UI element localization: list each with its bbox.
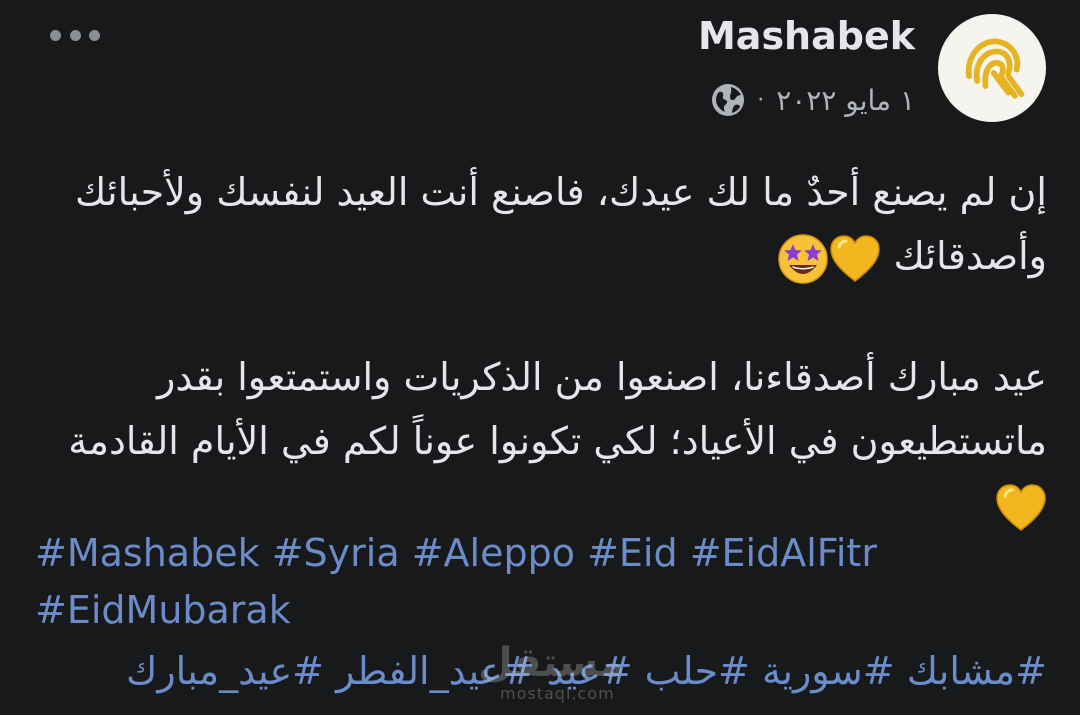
more-options-button[interactable]	[50, 24, 100, 46]
hashtag-link[interactable]: #Aleppo	[412, 531, 575, 575]
hashtag-link[interactable]: #عيد_الفطر	[336, 649, 534, 693]
post-paragraph-2-text: عيد مبارك أصدقاءنا، اصنعوا من الذكريات و…	[68, 355, 1047, 463]
hashtags-arabic: #مشابك #سورية #حلب #عيد #عيد_الفطر #عيد_…	[32, 641, 1047, 701]
author-name[interactable]: Mashabek	[698, 14, 915, 58]
hashtag-link[interactable]: #Eid	[587, 531, 678, 575]
hashtag-link[interactable]: #مشابك	[907, 649, 1047, 693]
hashtag-link[interactable]: #Syria	[272, 531, 400, 575]
avatar[interactable]	[938, 14, 1046, 122]
post-paragraph-2: عيد مبارك أصدقاءنا، اصنعوا من الذكريات و…	[32, 345, 1047, 537]
hashtag-link[interactable]: #عيد	[547, 649, 633, 693]
hashtag-link[interactable]: #EidAlFitr	[690, 531, 877, 575]
post-paragraph-1: إن لم يصنع أحدٌ ما لك عيدك، فاصنع أنت ال…	[32, 160, 1047, 288]
hashtags-english: #Mashabek #Syria #Aleppo #Eid #EidAlFitr…	[35, 525, 1045, 639]
post-paragraph-1-text: إن لم يصنع أحدٌ ما لك عيدك، فاصنع أنت ال…	[74, 170, 1047, 278]
star-struck-emoji	[778, 233, 829, 284]
more-dots-icon	[69, 29, 81, 41]
fingerprint-logo	[965, 38, 1025, 99]
hashtag-link[interactable]: #حلب	[645, 649, 750, 693]
more-dots-icon	[89, 29, 100, 41]
post-meta: ١ مايو ٢٠٢٢ ·	[711, 80, 915, 120]
hashtag-link[interactable]: #Mashabek	[35, 531, 260, 575]
hashtag-link[interactable]: #سورية	[762, 649, 895, 693]
globe-icon[interactable]	[711, 83, 745, 117]
more-dots-icon	[50, 29, 61, 41]
post-date[interactable]: ١ مايو ٢٠٢٢	[776, 84, 915, 117]
meta-separator: ·	[757, 87, 765, 113]
hashtag-link[interactable]: #EidMubarak	[35, 588, 291, 632]
hashtag-link[interactable]: #عيد_مبارك	[126, 649, 324, 693]
yellow-heart-emoji	[830, 234, 881, 282]
